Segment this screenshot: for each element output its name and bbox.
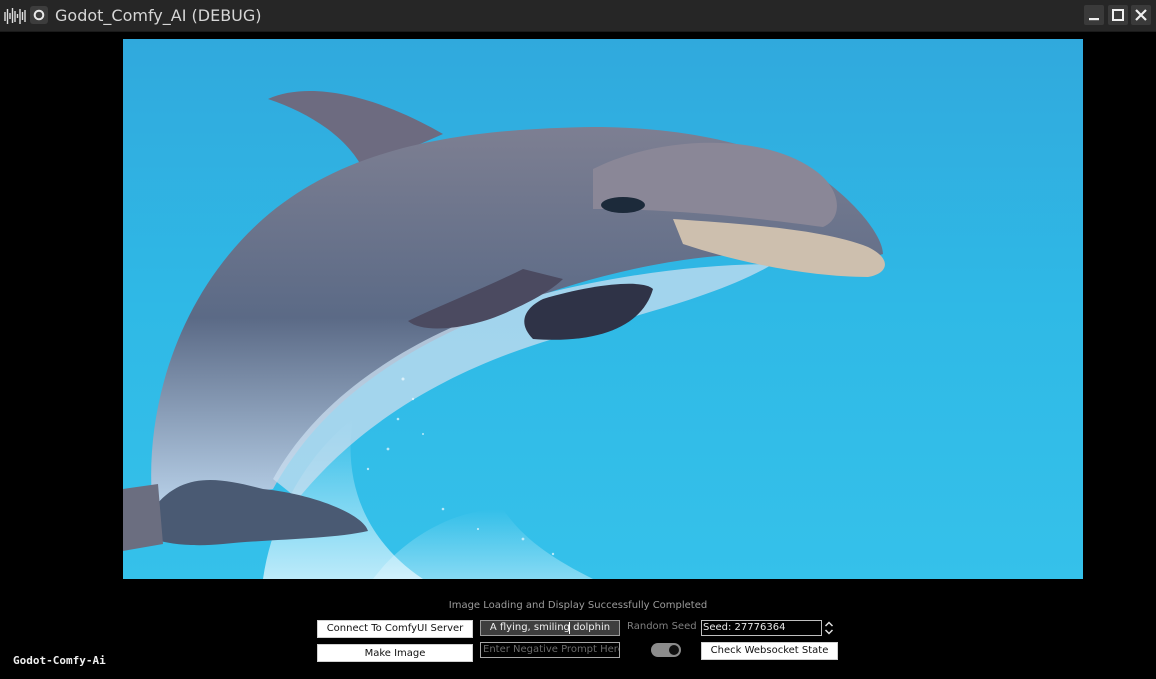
- close-button[interactable]: [1131, 5, 1151, 25]
- window-title: Godot_Comfy_AI (DEBUG): [55, 6, 262, 25]
- generated-image: [123, 39, 1083, 579]
- text-caret: [569, 622, 570, 634]
- minimize-button[interactable]: [1084, 5, 1104, 25]
- negative-prompt-input[interactable]: Enter Negative Prompt Here: [480, 642, 620, 658]
- up-down-arrows-icon[interactable]: [824, 620, 834, 636]
- random-seed-label: Random Seed: [627, 621, 697, 632]
- minimize-icon: [1089, 18, 1099, 21]
- window-titlebar: Godot_Comfy_AI (DEBUG): [0, 0, 1156, 32]
- make-image-button[interactable]: Make Image: [317, 644, 473, 662]
- maximize-button[interactable]: [1108, 5, 1128, 25]
- check-websocket-button[interactable]: Check Websocket State: [701, 642, 838, 660]
- connect-server-button[interactable]: Connect To ComfyUI Server: [317, 620, 473, 638]
- maximize-icon: [1112, 9, 1124, 21]
- random-seed-toggle[interactable]: [651, 643, 681, 657]
- seed-spinbox[interactable]: Seed: 27776364: [701, 620, 822, 636]
- close-icon: [1135, 9, 1147, 21]
- status-message: Image Loading and Display Successfully C…: [448, 600, 708, 611]
- brand-label: Godot-Comfy-Ai: [13, 654, 106, 667]
- waveform-app-icon: [4, 8, 26, 24]
- negative-prompt-placeholder: Enter Negative Prompt Here: [483, 644, 620, 655]
- prompt-value: A flying, smiling dolphin: [489, 622, 611, 633]
- godot-logo-icon[interactable]: [30, 6, 48, 24]
- prompt-input[interactable]: A flying, smiling dolphin: [480, 620, 620, 636]
- toggle-knob: [669, 645, 679, 655]
